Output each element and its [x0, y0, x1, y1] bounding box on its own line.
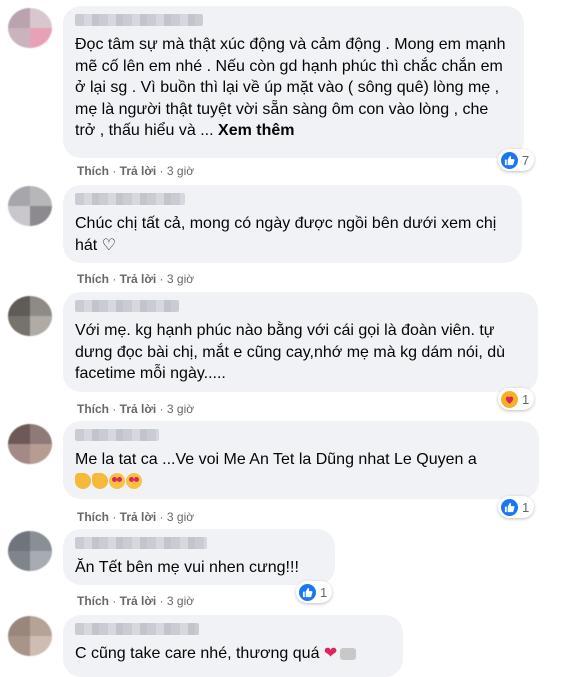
clap-emoji [92, 473, 108, 490]
comment-bubble: C cũng take care nhé, thương quá ❤ [63, 615, 403, 677]
heart-eyes-emoji [126, 473, 142, 490]
comment-bubble: Đọc tâm sự mà thật xúc động và cảm động … [63, 6, 524, 158]
comment-text: Ăn Tết bên mẹ vui nhen cưng!!! [75, 559, 299, 576]
like-button[interactable]: Thích [77, 510, 109, 524]
comment-text: Với mẹ. kg hạnh phúc nào bằng với cái gọ… [75, 322, 506, 382]
reaction-count: 1 [522, 499, 530, 515]
timestamp[interactable]: 3 giờ [167, 594, 194, 608]
commenter-name-blurred[interactable] [75, 623, 199, 635]
comment-text: Chúc chị tất cả, mong có ngày được ngồi … [75, 215, 497, 254]
avatar[interactable] [8, 424, 52, 464]
commenter-name-blurred[interactable] [75, 14, 203, 26]
see-more-link[interactable]: Xem thêm [218, 122, 294, 139]
comment-actions: Thích · Trả lời · 3 giờ [77, 510, 195, 524]
reaction-count: 7 [522, 152, 530, 168]
comment-actions: Thích · Trả lời · 3 giờ [77, 594, 195, 608]
emoji-row [75, 471, 143, 493]
reaction-badge[interactable]: 1 [498, 496, 535, 518]
like-button[interactable]: Thích [77, 594, 109, 608]
reaction-count: 1 [522, 391, 530, 407]
comment-text: C cũng take care nhé, thương quá [75, 645, 320, 662]
reaction-badge[interactable]: 1 [498, 388, 535, 410]
reaction-count: 1 [320, 584, 328, 600]
avatar[interactable] [8, 531, 52, 571]
timestamp[interactable]: 3 giờ [167, 510, 194, 524]
like-icon [501, 151, 518, 169]
comment-bubble: Chúc chị tất cả, mong có ngày được ngồi … [63, 185, 522, 263]
heart-eyes-emoji [109, 473, 125, 490]
red-heart-emoji: ❤ [323, 645, 338, 662]
like-icon [299, 583, 316, 601]
reaction-badge[interactable]: 7 [498, 149, 535, 171]
commenter-name-blurred[interactable] [75, 537, 207, 549]
reply-button[interactable]: Trả lời [120, 164, 157, 178]
like-button[interactable]: Thích [77, 164, 109, 178]
comment-text: Me la tat ca ...Ve voi Me An Tet la Dũng… [75, 451, 477, 468]
like-button[interactable]: Thích [77, 402, 109, 416]
avatar[interactable] [8, 296, 52, 336]
reaction-badge[interactable]: 1 [296, 581, 333, 603]
commenter-name-blurred[interactable] [75, 429, 159, 441]
reply-button[interactable]: Trả lời [120, 402, 157, 416]
reply-button[interactable]: Trả lời [120, 510, 157, 524]
like-icon [501, 498, 518, 516]
timestamp[interactable]: 3 giờ [167, 402, 194, 416]
comment-bubble: Me la tat ca ...Ve voi Me An Tet la Dũng… [63, 421, 539, 499]
sticker-icon [340, 647, 357, 660]
avatar[interactable] [8, 616, 52, 656]
comment-actions: Thích · Trả lời · 3 giờ [77, 402, 195, 416]
comment-bubble: Với mẹ. kg hạnh phúc nào bằng với cái gọ… [63, 292, 538, 392]
reply-button[interactable]: Trả lời [120, 272, 157, 286]
comment-actions: Thích · Trả lời · 3 giờ [77, 164, 195, 178]
timestamp[interactable]: 3 giờ [167, 272, 194, 286]
avatar[interactable] [8, 186, 52, 226]
like-button[interactable]: Thích [77, 272, 109, 286]
care-icon [501, 390, 518, 408]
clap-emoji [75, 473, 91, 490]
comment-actions: Thích · Trả lời · 3 giờ [77, 272, 195, 286]
timestamp[interactable]: 3 giờ [167, 164, 194, 178]
commenter-name-blurred[interactable] [75, 193, 185, 205]
comment-bubble: Ăn Tết bên mẹ vui nhen cưng!!! [63, 529, 335, 585]
reply-button[interactable]: Trả lời [120, 594, 157, 608]
commenter-name-blurred[interactable] [75, 300, 179, 312]
avatar[interactable] [8, 8, 52, 48]
